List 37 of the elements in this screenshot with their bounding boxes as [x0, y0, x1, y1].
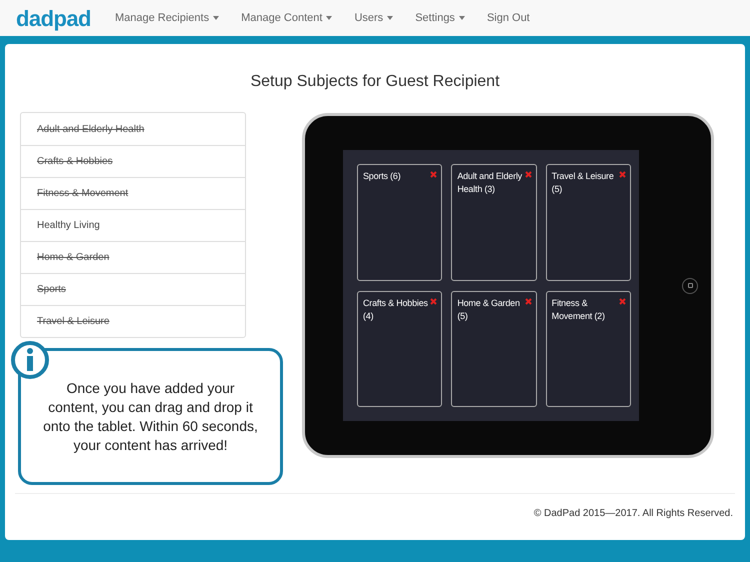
subject-item[interactable]: Healthy Living — [21, 209, 245, 241]
caret-icon — [387, 16, 394, 20]
tile-label: Adult and Elderly Health (3) — [457, 170, 523, 196]
caret-icon — [213, 16, 220, 20]
subject-tile[interactable]: Fitness & Movement (2) — [546, 290, 631, 407]
close-icon[interactable] — [430, 298, 438, 304]
nav-link[interactable]: Sign Out — [486, 10, 530, 26]
close-icon[interactable] — [524, 298, 532, 304]
nav-link[interactable]: Settings — [415, 10, 465, 26]
subject-tile[interactable]: Travel & Leisure (5) — [546, 164, 631, 280]
footer-text: © DadPad 2015—2017. All Rights Reserved. — [534, 507, 733, 521]
callout-text: Once you have added your content, you can drag and drop it onto the tablet. Within 60 seconds, your content has arrived! — [43, 378, 258, 454]
nav-link[interactable]: Users — [354, 10, 394, 26]
subject-tile[interactable]: Home & Garden (5) — [451, 290, 537, 407]
subject-item[interactable]: Home & Garden — [21, 241, 245, 273]
tile-label: Fitness & Movement (2) — [552, 296, 606, 322]
subject-item[interactable]: Fitness & Movement — [21, 177, 245, 209]
tile-label: Sports (6) — [363, 170, 401, 183]
close-icon[interactable] — [524, 171, 532, 178]
subject-tile[interactable]: Sports (6) — [357, 164, 442, 280]
subject-item[interactable]: Crafts & Hobbies — [21, 145, 245, 177]
nav-link[interactable]: Manage Content — [241, 10, 332, 26]
subject-item[interactable]: Travel & Leisure — [21, 305, 245, 337]
page-title: Setup Subjects for Guest Recipient — [249, 72, 501, 90]
caret-icon — [458, 16, 465, 20]
caret-icon — [326, 16, 332, 20]
tile-label: Crafts & Hobbies (4) — [363, 296, 429, 322]
close-icon[interactable] — [430, 171, 438, 178]
tile-label: Travel & Leisure (5) — [552, 170, 615, 196]
close-icon[interactable] — [619, 171, 626, 178]
subject-item[interactable]: Adult and Elderly Health — [21, 113, 245, 145]
nav-link[interactable]: Manage Recipients — [114, 10, 220, 26]
tile-label: Home & Garden (5) — [457, 296, 521, 322]
subject-tile[interactable]: Adult and Elderly Health (3) — [451, 164, 537, 280]
close-icon[interactable] — [619, 298, 626, 304]
subject-tile[interactable]: Crafts & Hobbies (4) — [357, 290, 442, 407]
subject-item[interactable]: Sports — [21, 273, 245, 305]
